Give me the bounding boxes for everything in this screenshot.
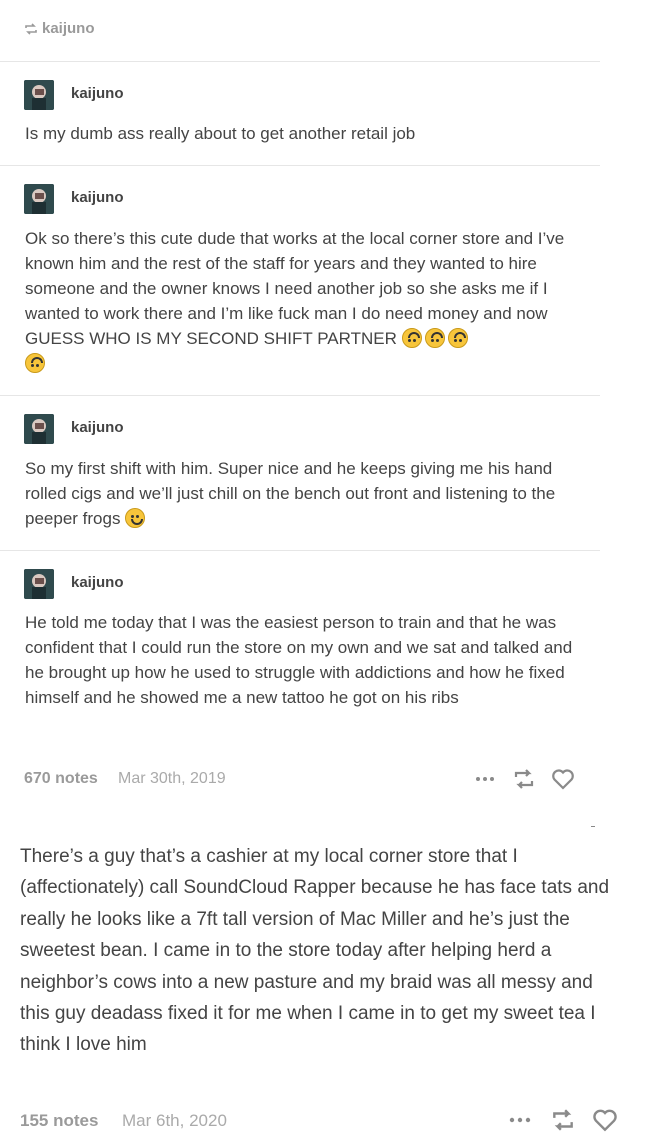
post-username[interactable]: kaijuno <box>71 189 124 206</box>
heart-icon[interactable] <box>551 767 575 796</box>
upside-down-face-icon <box>424 328 445 348</box>
post-text: There’s a guy that’s a cashier at my loc… <box>20 846 610 1056</box>
avatar[interactable] <box>24 569 54 599</box>
divider <box>591 826 595 827</box>
notes-count[interactable]: 670 notes <box>24 770 98 788</box>
post-date[interactable]: Mar 30th, 2019 <box>118 770 226 788</box>
upside-down-face-icon <box>447 328 468 348</box>
reblog-small-icon <box>25 22 37 35</box>
post-text: So my first shift with him. Super nice a… <box>25 459 556 528</box>
avatar[interactable] <box>24 184 54 214</box>
reblog-icon[interactable] <box>550 1107 576 1138</box>
post-username[interactable]: kaijuno <box>71 419 124 436</box>
heart-icon[interactable] <box>592 1107 618 1138</box>
reblog-header[interactable]: kaijuno <box>24 20 95 37</box>
post-text: Ok so there’s this cute dude that works … <box>25 229 565 348</box>
upside-down-face-icon <box>401 328 422 348</box>
upside-down-face-icon <box>25 353 45 373</box>
reblog-header-username[interactable]: kaijuno <box>42 20 95 37</box>
post-username[interactable]: kaijuno <box>71 85 124 102</box>
more-icon[interactable] <box>474 768 496 795</box>
notes-count[interactable]: 155 notes <box>20 1111 98 1131</box>
relieved-face-icon <box>125 508 146 528</box>
post-text: Is my dumb ass really about to get anoth… <box>25 124 416 143</box>
avatar[interactable] <box>24 414 54 444</box>
divider <box>0 550 600 551</box>
post-text-block: Ok so there’s this cute dude that works … <box>25 226 580 376</box>
post-text-block: So my first shift with him. Super nice a… <box>25 456 580 531</box>
post-text: He told me today that I was the easiest … <box>25 613 573 707</box>
more-icon[interactable] <box>508 1108 532 1137</box>
post-date[interactable]: Mar 6th, 2020 <box>122 1111 227 1131</box>
divider <box>0 61 600 62</box>
post-username[interactable]: kaijuno <box>71 574 124 591</box>
divider <box>0 395 600 396</box>
divider <box>0 165 600 166</box>
avatar[interactable] <box>24 80 54 110</box>
reblog-icon[interactable] <box>512 767 536 796</box>
